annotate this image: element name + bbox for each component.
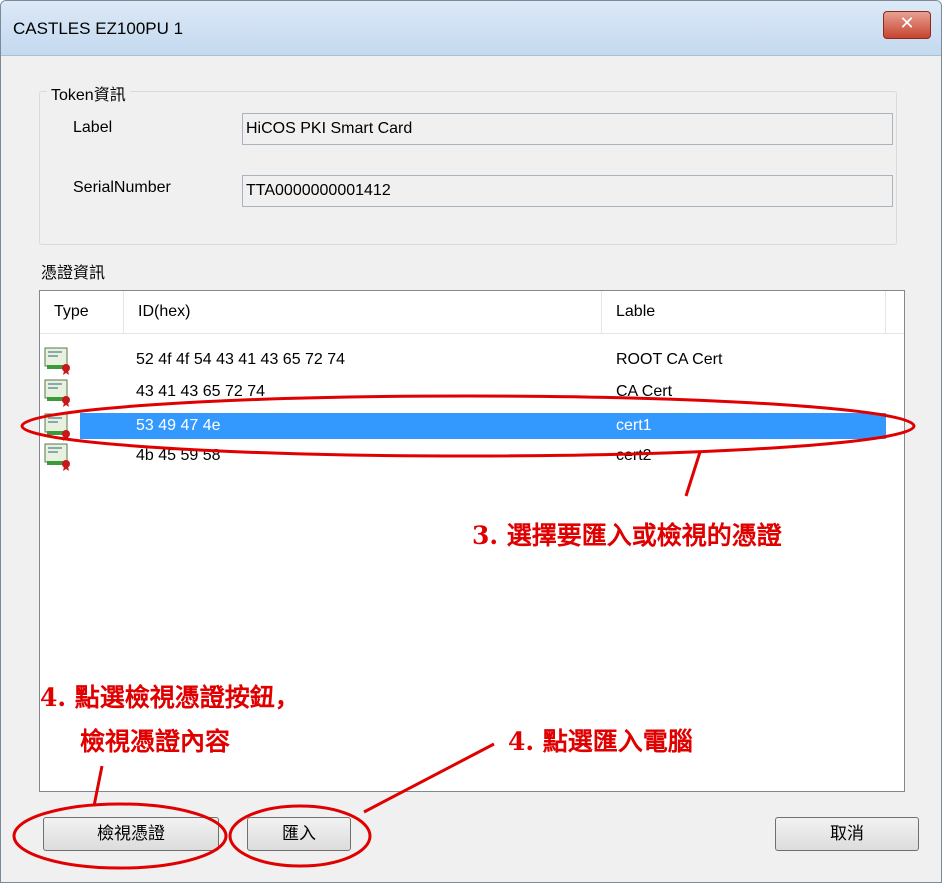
column-header-type[interactable]: Type xyxy=(40,291,124,333)
certificate-icon xyxy=(44,443,70,471)
view-cert-button[interactable]: 檢視憑證 xyxy=(43,817,219,851)
title-bar: CASTLES EZ100PU 1 ✕ xyxy=(1,1,941,56)
cert-label-cell: CA Cert xyxy=(616,383,673,400)
annotation-step4-view-line1: 4. 點選檢視憑證按鈕， xyxy=(40,683,300,712)
cert-row-root-ca[interactable]: 52 4f 4f 54 43 41 43 65 72 74 ROOT CA Ce… xyxy=(40,347,886,375)
close-icon: ✕ xyxy=(899,13,915,34)
annotation-step3: 3. 選擇要匯入或檢視的憑證 xyxy=(472,521,782,550)
serial-number-field: TTA0000000001412 xyxy=(242,175,893,207)
cert-id-cell: 4b 45 59 58 xyxy=(136,447,221,464)
cert-row-ca[interactable]: 43 41 43 65 72 74 CA Cert xyxy=(40,379,886,407)
cert-row-cert2[interactable]: 4b 45 59 58 cert2 xyxy=(40,443,886,471)
cert-id-cell: 52 4f 4f 54 43 41 43 65 72 74 xyxy=(136,351,346,368)
cert-info-title: 憑證資訊 xyxy=(41,263,106,282)
serial-number-caption: SerialNumber xyxy=(73,179,171,196)
cert-label-cell: cert2 xyxy=(616,447,652,464)
cert-list-header: Type ID(hex) Lable xyxy=(40,291,904,334)
close-button[interactable]: ✕ xyxy=(883,11,931,39)
cancel-button[interactable]: 取消 xyxy=(775,817,919,851)
cert-id-cell: 43 41 43 65 72 74 xyxy=(136,383,266,400)
certificate-icon xyxy=(44,413,70,441)
cert-row-cert1-selected[interactable]: 53 49 47 4e cert1 xyxy=(40,413,886,441)
column-header-label[interactable]: Lable xyxy=(602,291,886,333)
certificate-icon xyxy=(44,379,70,407)
label-caption: Label xyxy=(73,119,113,136)
window-title: CASTLES EZ100PU 1 xyxy=(13,19,184,38)
annotation-step4-import: 4. 點選匯入電腦 xyxy=(508,727,693,756)
import-button[interactable]: 匯入 xyxy=(247,817,351,851)
cert-label-cell: ROOT CA Cert xyxy=(616,351,723,368)
annotation-step4-view-line2: 檢視憑證內容 xyxy=(80,727,231,756)
cert-id-cell: 53 49 47 4e xyxy=(136,417,221,434)
token-info-title: Token資訊 xyxy=(47,81,130,105)
column-header-id[interactable]: ID(hex) xyxy=(124,291,602,333)
label-field: HiCOS PKI Smart Card xyxy=(242,113,893,145)
cert-label-cell: cert1 xyxy=(616,417,652,434)
certificate-icon xyxy=(44,347,70,375)
